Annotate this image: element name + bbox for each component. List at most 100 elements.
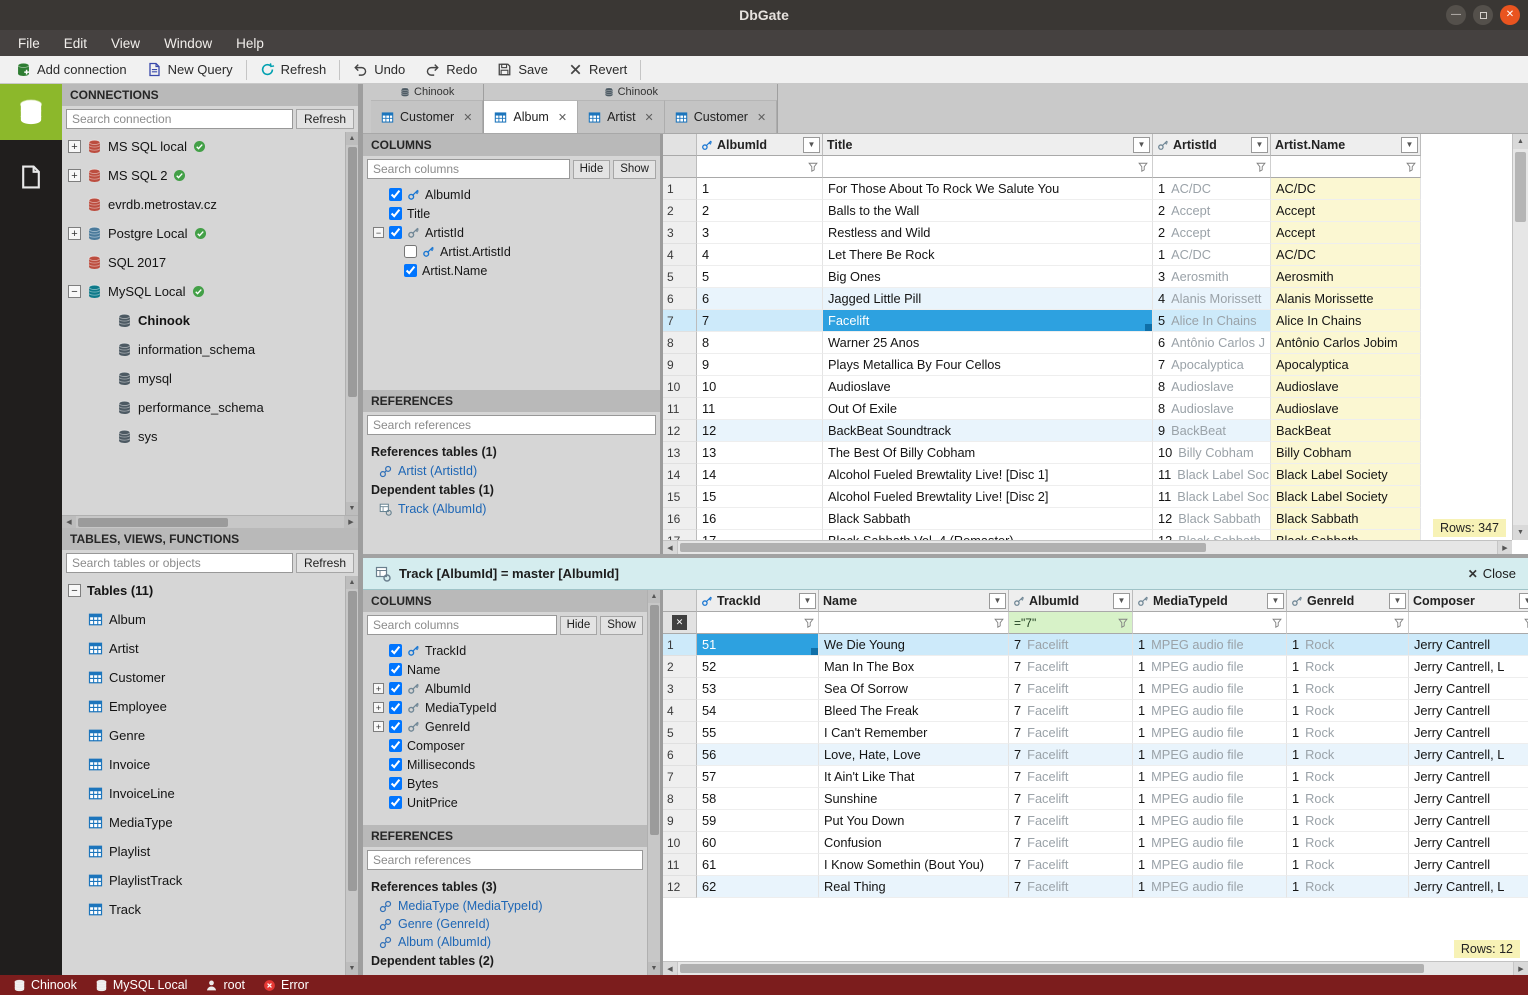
scroll-right-icon[interactable]: ▶ (1497, 541, 1512, 554)
scroll-down-icon[interactable]: ▼ (346, 502, 358, 515)
column-item-artistid[interactable]: − ArtistId (363, 223, 660, 242)
grid-cell[interactable]: We Die Young (819, 634, 1009, 656)
row-header[interactable]: 9 (663, 810, 697, 832)
connection-item-mysql-local[interactable]: − MySQL Local (62, 277, 358, 306)
row-header[interactable]: 12 (663, 420, 697, 442)
grid-cell[interactable]: 1 MPEG audio file (1133, 788, 1287, 810)
expander-icon[interactable]: − (68, 584, 81, 597)
reference-link-mediatype-mediatypeid[interactable]: MediaType (MediaTypeId) (371, 897, 639, 915)
refresh-button[interactable]: Refresh (250, 56, 337, 83)
grid-cell[interactable]: Plays Metallica By Four Cellos (823, 354, 1153, 376)
scroll-right-icon[interactable]: ▶ (1513, 962, 1528, 975)
show-button[interactable]: Show (600, 615, 643, 635)
tables-search-input[interactable] (66, 553, 293, 573)
column-checkbox[interactable] (389, 226, 402, 239)
scroll-up-icon[interactable]: ▲ (346, 132, 358, 145)
row-header[interactable]: 11 (663, 854, 697, 876)
column-header-artistid[interactable]: ArtistId ▼ (1153, 134, 1271, 156)
expander-icon[interactable]: − (373, 227, 384, 238)
status-mysql-local[interactable]: MySQL Local (86, 975, 197, 995)
tables-scrollbar[interactable]: ▲ ▼ (345, 576, 358, 975)
grid-cell[interactable]: Black Label Society (1271, 464, 1421, 486)
grid-cell[interactable]: Audioslave (823, 376, 1153, 398)
table-item-genre[interactable]: Genre (62, 721, 358, 750)
grid-cell[interactable]: 1 Rock (1287, 634, 1409, 656)
row-header[interactable]: 10 (663, 832, 697, 854)
grid-cell[interactable]: 61 (697, 854, 819, 876)
table-item-invoiceline[interactable]: InvoiceLine (62, 779, 358, 808)
connections-search-input[interactable] (66, 109, 293, 129)
column-checkbox[interactable] (389, 682, 402, 695)
chevron-down-icon[interactable]: ▼ (1389, 592, 1406, 609)
row-header[interactable]: 6 (663, 288, 697, 310)
grid-cell[interactable]: Alcohol Fueled Brewtality Live! [Disc 2] (823, 486, 1153, 508)
row-header[interactable]: 2 (663, 200, 697, 222)
reference-link-genre-genreid[interactable]: Genre (GenreId) (371, 915, 639, 933)
filter-input-composer[interactable] (1409, 612, 1528, 634)
grid-cell[interactable]: 7 Facelift (1009, 700, 1133, 722)
undo-button[interactable]: Undo (343, 56, 415, 83)
grid-cell[interactable]: 12Black Sabbath (1153, 508, 1271, 530)
grid-cell[interactable]: 3 Aerosmith (1153, 266, 1271, 288)
row-header[interactable]: 9 (663, 354, 697, 376)
grid-cell[interactable]: 11 Black Label Soc (1153, 486, 1271, 508)
close-icon[interactable]: ✕ (645, 111, 654, 124)
grid-cell[interactable]: Let There Be Rock (823, 244, 1153, 266)
grid-cell[interactable]: Alanis Morissette (1271, 288, 1421, 310)
column-header-name[interactable]: Name ▼ (819, 590, 1009, 612)
tab-artist[interactable]: Artist ✕ (578, 100, 665, 133)
grid-cell[interactable]: 7 Facelift (1009, 656, 1133, 678)
grid-cell[interactable]: 7 Facelift (1009, 854, 1133, 876)
grid-cell[interactable]: 1 Rock (1287, 854, 1409, 876)
column-item-artist-artistid[interactable]: + Artist.ArtistId (363, 242, 660, 261)
row-header[interactable]: 5 (663, 722, 697, 744)
add-connection-button[interactable]: Add connection (6, 56, 137, 83)
grid-cell[interactable]: Warner 25 Anos (823, 332, 1153, 354)
tab-customer[interactable]: Customer ✕ (664, 100, 778, 133)
table-item-customer[interactable]: Customer (62, 663, 358, 692)
chevron-down-icon[interactable]: ▼ (799, 592, 816, 609)
grid-cell[interactable]: 7 Facelift (1009, 722, 1133, 744)
grid-cell[interactable]: 1 Rock (1287, 678, 1409, 700)
grid-cell[interactable]: 1 MPEG audio file (1133, 744, 1287, 766)
grid-cell[interactable]: 7 Facelift (1009, 876, 1133, 898)
column-header-composer[interactable]: Composer▼ (1409, 590, 1528, 612)
grid-cell[interactable]: 1 Rock (1287, 744, 1409, 766)
grid-cell[interactable]: 2 Accept (1153, 200, 1271, 222)
filter-input-artistid[interactable] (1153, 156, 1271, 178)
expander-icon[interactable]: + (68, 227, 81, 240)
redo-button[interactable]: Redo (415, 56, 487, 83)
filter-input-trackid[interactable] (697, 612, 819, 634)
row-header[interactable]: 14 (663, 464, 697, 486)
grid-cell[interactable]: 8 (697, 332, 823, 354)
grid-cell[interactable]: Jerry Cantrell (1409, 854, 1528, 876)
column-checkbox[interactable] (404, 245, 417, 258)
grid-cell[interactable]: Jerry Cantrell (1409, 634, 1528, 656)
column-checkbox[interactable] (389, 739, 402, 752)
grid-cell[interactable]: 7 Facelift (1009, 766, 1133, 788)
connection-item-mysql[interactable]: + mysql (62, 364, 358, 393)
panel-scrollbar[interactable]: ▲ ▼ (647, 590, 660, 975)
reference-link-artist-artistid[interactable]: Artist (ArtistId) (371, 462, 652, 480)
row-header[interactable]: 6 (663, 744, 697, 766)
references-search-input[interactable] (367, 850, 643, 870)
dbgate-logo[interactable] (0, 84, 62, 140)
grid-cell[interactable]: 1 Rock (1287, 656, 1409, 678)
grid-cell[interactable]: 4 (697, 244, 823, 266)
grid-cell[interactable]: Accept (1271, 222, 1421, 244)
revert-button[interactable]: Revert (558, 56, 637, 83)
grid-cell[interactable]: 1 Rock (1287, 832, 1409, 854)
grid-cell[interactable]: BackBeat Soundtrack (823, 420, 1153, 442)
grid-cell[interactable]: Jerry Cantrell (1409, 810, 1528, 832)
scroll-down-icon[interactable]: ▼ (346, 962, 358, 975)
chevron-down-icon[interactable]: ▼ (1267, 592, 1284, 609)
grid-cell[interactable]: 13 (697, 442, 823, 464)
grid-cell[interactable]: 16 (697, 508, 823, 530)
grid-cell[interactable]: Alcohol Fueled Brewtality Live! [Disc 1] (823, 464, 1153, 486)
reference-link-album-albumid[interactable]: Album (AlbumId) (371, 933, 639, 951)
connection-item-postgre-local[interactable]: + Postgre Local (62, 219, 358, 248)
grid-cell[interactable]: Audioslave (1271, 376, 1421, 398)
grid-cell[interactable]: 6 Antônio Carlos J (1153, 332, 1271, 354)
column-header-trackid[interactable]: TrackId ▼ (697, 590, 819, 612)
grid-cell[interactable]: 11 (697, 398, 823, 420)
